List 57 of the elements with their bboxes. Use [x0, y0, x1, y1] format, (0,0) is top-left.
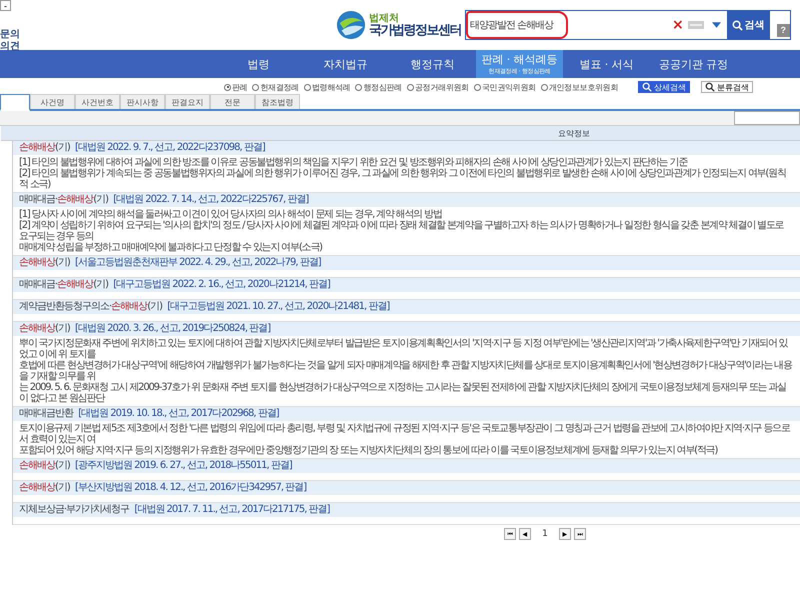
nav-tab[interactable]: 공공기관 규정: [650, 50, 737, 78]
case-title[interactable]: 손해배상(기) [서울고등법원춘천재판부 2022. 4. 29., 선고, 2022나79, 판결]: [13, 256, 800, 270]
nav-tab[interactable]: 별표 · 서식: [563, 50, 650, 78]
category-radio[interactable]: 국민권익위원회: [474, 82, 536, 92]
page-number[interactable]: 1: [542, 529, 548, 539]
collapse-button[interactable]: -: [0, 0, 11, 11]
filter-field[interactable]: [734, 111, 800, 125]
header-link[interactable]: 문의: [0, 29, 20, 41]
header-link[interactable]: 의견: [0, 41, 20, 53]
search-icon: [732, 20, 743, 30]
filter-tab[interactable]: 판시사항: [120, 94, 165, 109]
case-title[interactable]: 매매대금·손해배상(기) [대법원 2022. 7. 14., 선고, 2022다225767, 판결]: [13, 193, 800, 207]
category-radio[interactable]: 행정심판례: [355, 82, 402, 92]
nav-tab[interactable]: 행정규칙: [389, 50, 476, 78]
clear-button[interactable]: ×: [672, 17, 684, 33]
filter-tab[interactable]: 전문: [210, 94, 255, 109]
filter-tab[interactable]: 참조법령: [255, 94, 300, 109]
search-field[interactable]: 태양광발전 손해배상 × 검색 ?: [465, 10, 791, 40]
summary-text: [1] 타인의 불법행위에 대하여 과실에 의한 방조를 이유로 공동불법행위의 책임을 지우기 위한 요건 및 방조행위와 피해자의 손해 사이에 상당인과관계가 있는지 판단하는 기준: [19, 157, 689, 168]
summary-text: [2] 계약이 성립하기 위하여 요구되는 '의사의 합치'의 정도 / 당사자 사이에 체결된 계약과 이에 따라 장래 체결할 본계약을 구별하고자 하는 의사가 명확하거나 일정한 형식을 갖춘 본계약 체결이 별도로 요구되는 경우 등의: [19, 220, 785, 242]
site-title: 국가법령정보센터: [369, 24, 461, 36]
category-radio[interactable]: 법령해석례: [304, 82, 350, 92]
case-title[interactable]: 매매대금반환 [대법원 2019. 10. 18., 선고, 2017다202968, 판결]: [13, 407, 800, 421]
search-icon: [642, 82, 652, 92]
case-title[interactable]: 손해배상(기) [대법원 2020. 3. 26., 선고, 2019다250824, 판결]: [13, 322, 800, 336]
category-radio[interactable]: 개인정보보호위원회: [540, 82, 618, 92]
summary-text: 포함되어 있어 해당 지역·지구 등의 지정행위가 유효한 경우에만 중앙행정기관의 장 또는 지방자치단체의 장의 통보에 따라 이를 국토이용정보체계에 등재할 의무가 있는지 여부(적극): [19, 445, 718, 456]
summary-text: 매매계약 성립을 부정하고 매매예약에 불과하다고 단정할 수 있는지 여부(소극): [19, 242, 324, 253]
summary-text: 토지이용규제 기본법 제5조 제3호에서 정한 '다른 법령의 위임에 따라 총리령, 부령 및 자치법규에 규정된 지역·지구 등'은 국토교통부장관이 그 명칭과 근거 법령을 관보에 고시하여야만 지역·지구 등으로서 효력이 있는지 여: [19, 423, 792, 445]
search-icon: [705, 82, 716, 92]
caret-icon[interactable]: [712, 22, 721, 28]
summary-text: [1] 당사자 사이에 계약의 해석을 둘러싸고 이견이 있어 당사자의 의사 해석이 문제 되는 경우, 계약 해석의 방법: [19, 209, 443, 220]
search-mode-button[interactable]: 분류검색: [701, 81, 754, 93]
filter-tab[interactable]: 사건명: [30, 94, 75, 109]
search-mode-button[interactable]: 상세검색: [638, 81, 690, 93]
nav-tab[interactable]: 법령: [215, 50, 302, 78]
summary-text: 뿌이 국가지정문화재 주변에 위치하고 있는 토지에 대하여 관할 지방자치단체로부터 발급받은 토지이용계획확인서의 '지역·지구 등 지정 여부'란에는 '생산관리지역'과 '가축사육제한구역'만 기재되어 있었고 이에 위 토지를: [19, 338, 789, 360]
filter-tab[interactable]: 사건번호: [75, 94, 120, 109]
summary-text: 는 2009. 5. 6. 문화재청 고시 제2009-37호가 위 문화재 주변 토지를 현상변경허가 대상구역으로 지정하는 고시라는 잘못된 전제하에 관할 지방자치단체의 장에게 국토이용정보체계 등재의무 또는 과실이 없다고 본 원심판단: [19, 382, 788, 404]
case-title[interactable]: 지체보상금·부가가치세청구 [대법원 2017. 7. 11., 선고, 2017다217175, 판결]: [13, 503, 800, 517]
category-radio[interactable]: 판례: [224, 82, 248, 92]
case-title[interactable]: 계약금반환등청구의소·손해배상(기) [대구고등법원 2021. 10. 27., 선고, 2020나21481, 판결]: [13, 300, 800, 314]
summary-text: [2] 타인의 불법행위가 계속되는 중 공동불법행위자의 과실에 의한 행위가 이루어진 경우, 그 과실에 의한 행위와 그 이전에 타인의 불법행위로 발생한 손해 사이에 상당인과관계가 인정되는지 여부(원칙적 소극): [19, 168, 787, 190]
ministry-label: 법제처: [369, 14, 399, 24]
nav-tab[interactable]: 자치법규: [302, 50, 389, 78]
case-title[interactable]: 매매대금·손해배상(기) [대구고등법원 2022. 2. 16., 선고, 2020나21214, 판결]: [13, 278, 800, 292]
filter-tab[interactable]: 판결요지: [165, 94, 210, 109]
case-title[interactable]: 손해배상(기) [대법원 2022. 9. 7., 선고, 2022다237098, 판결]: [13, 141, 800, 155]
search-button[interactable]: 검색: [726, 10, 770, 40]
globe-logo-icon: [336, 10, 366, 40]
summary-text: 호법에 따른 현상변경허가 대상구역'에 해당하여 개발행위가 불가능하다는 것을 알게 되자 매매계약을 해제한 후 관할 지방자치단체를 상대로 토지이용계획확인서에 '현상변경허가 대상구역'이라는 내용을 기재할 의무를 위: [19, 360, 794, 382]
category-radio[interactable]: 헌재결정례: [252, 82, 299, 92]
filter-tab[interactable]: [0, 94, 30, 111]
category-radio[interactable]: 공정거래위원회: [406, 82, 469, 92]
case-title[interactable]: 손해배상(기) [부산지방법원 2018. 4. 12., 선고, 2016가단342957, 판결]: [13, 481, 800, 495]
case-title[interactable]: 손해배상(기) [광주지방법원 2019. 6. 27., 선고, 2018나55011, 판결]: [13, 459, 800, 473]
column-header: 요약정보: [1, 126, 800, 141]
